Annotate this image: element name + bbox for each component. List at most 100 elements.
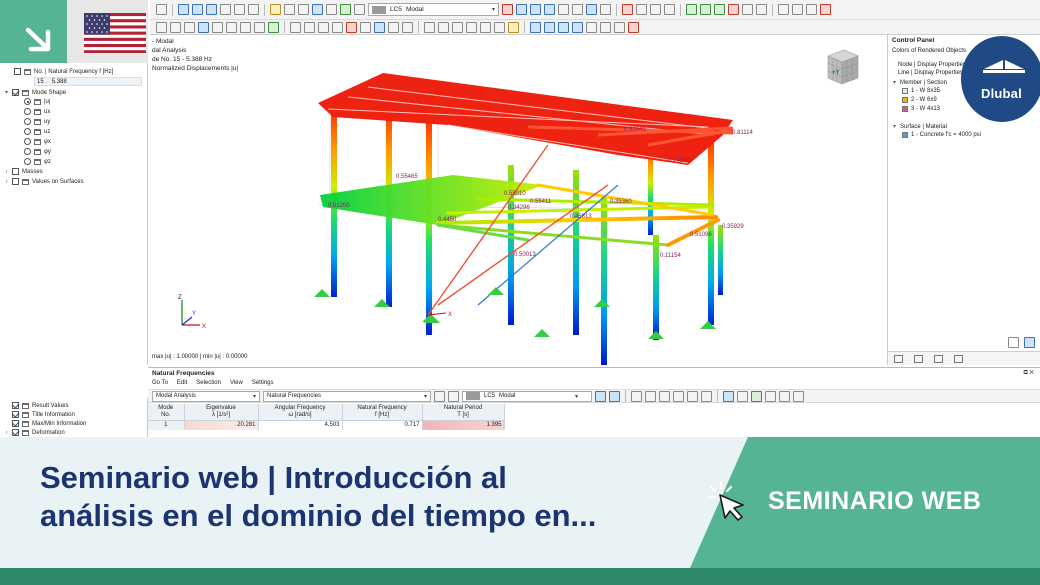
cp-section-item[interactable]: 3 - W 4x13 xyxy=(902,106,940,112)
nav-result-values[interactable]: Result Values xyxy=(12,402,69,409)
tool-icon[interactable] xyxy=(360,21,371,33)
dimension-icon[interactable] xyxy=(805,4,817,15)
tool-icon[interactable] xyxy=(388,21,399,33)
tool-icon[interactable] xyxy=(572,21,583,33)
results-icon[interactable] xyxy=(340,4,351,15)
structure-model[interactable]: 0.81114 0.74932 0.92841 0.35929 0.51096 … xyxy=(148,35,887,365)
radio[interactable] xyxy=(24,148,31,155)
tool-icon[interactable] xyxy=(374,21,385,33)
support-icon[interactable] xyxy=(543,4,555,15)
settings-icon[interactable] xyxy=(1024,337,1035,348)
results-icon[interactable] xyxy=(354,4,365,15)
tool-icon[interactable] xyxy=(530,21,541,33)
tool-icon[interactable] xyxy=(614,21,625,33)
grid-icon[interactable] xyxy=(755,4,767,15)
chevron-right-icon[interactable]: › xyxy=(4,179,9,185)
cp-section-item[interactable]: 2 - W 6x9 xyxy=(902,97,937,103)
tool-icon[interactable] xyxy=(212,21,223,33)
table-tool-icon[interactable] xyxy=(723,390,734,402)
table-icon[interactable] xyxy=(220,4,231,15)
grid-icon[interactable] xyxy=(713,4,725,15)
radio[interactable] xyxy=(24,128,31,135)
radio[interactable] xyxy=(24,158,31,165)
cell-natural-frequency[interactable]: 0.717 xyxy=(342,420,423,430)
radio[interactable] xyxy=(24,108,31,115)
nav-component-uz[interactable]: uz xyxy=(24,128,50,135)
member-icon[interactable] xyxy=(557,4,569,15)
tool-icon[interactable] xyxy=(198,21,209,33)
tool-icon[interactable] xyxy=(240,21,251,33)
nav-component-phiy[interactable]: φy xyxy=(24,148,51,155)
view-icon[interactable] xyxy=(663,4,675,15)
tool-icon[interactable] xyxy=(304,21,315,33)
close-icon[interactable]: ✕ xyxy=(1029,370,1034,376)
table-tool-icon[interactable] xyxy=(751,390,762,402)
restore-icon[interactable]: ⧉ xyxy=(1023,370,1027,376)
tool-icon[interactable] xyxy=(170,21,181,33)
view-icon[interactable] xyxy=(206,4,217,15)
nav-component-ux[interactable]: ux xyxy=(24,108,50,115)
grid-icon[interactable] xyxy=(741,4,753,15)
support-icon[interactable] xyxy=(529,4,541,15)
table-icon[interactable] xyxy=(248,4,259,15)
tool-icon[interactable] xyxy=(586,21,597,33)
menu-view[interactable]: View xyxy=(230,380,243,386)
cp-member-section[interactable]: ▾ Member | Section xyxy=(892,79,947,87)
render-icon[interactable] xyxy=(585,4,597,15)
node-icon[interactable] xyxy=(515,4,527,15)
result-table-combo[interactable]: Natural Frequencies ▾ xyxy=(263,390,431,402)
previous-icon[interactable] xyxy=(434,390,445,402)
tool-icon[interactable] xyxy=(424,21,435,33)
table-tool-icon[interactable] xyxy=(737,390,748,402)
tool-icon[interactable] xyxy=(226,21,237,33)
table-tool-icon[interactable] xyxy=(701,390,712,402)
chevron-down-icon[interactable]: ▾ xyxy=(4,89,9,96)
delete-icon[interactable] xyxy=(621,4,633,15)
checkbox[interactable] xyxy=(12,402,19,409)
table-tool-icon[interactable] xyxy=(659,390,670,402)
next-icon[interactable] xyxy=(448,390,459,402)
analysis-type-combo[interactable]: Modal Analysis ▾ xyxy=(152,390,260,402)
view-icon[interactable] xyxy=(192,4,203,15)
column-header[interactable]: Natural Frequency f [Hz] xyxy=(342,404,423,421)
tool-icon[interactable] xyxy=(466,21,477,33)
node-icon[interactable] xyxy=(501,4,513,15)
nav-deformation[interactable]: › Deformation xyxy=(4,429,65,436)
table-tool-icon[interactable] xyxy=(673,390,684,402)
view-icon[interactable] xyxy=(178,4,189,15)
undo-icon[interactable] xyxy=(156,4,167,15)
cell-mode[interactable]: 1 xyxy=(148,420,185,430)
table-tool-icon[interactable] xyxy=(631,390,642,402)
render-icon[interactable] xyxy=(599,4,611,15)
table-tool-icon[interactable] xyxy=(779,390,790,402)
column-header[interactable]: Angular Frequency ω [rad/s] xyxy=(258,404,343,421)
tool-icon[interactable] xyxy=(184,21,195,33)
table-icon[interactable] xyxy=(234,4,245,15)
chevron-down-icon[interactable]: ▾ xyxy=(892,123,897,130)
tool-icon[interactable] xyxy=(452,21,463,33)
pen-icon[interactable] xyxy=(270,4,281,15)
mode-number-input[interactable]: 15 5.388 xyxy=(34,77,142,86)
radio[interactable] xyxy=(24,138,31,145)
nav-values-on-surfaces[interactable]: › Values on Surfaces xyxy=(4,178,84,185)
nav-mode-shape[interactable]: ▾ Mode Shape xyxy=(4,89,66,96)
table-tool-icon[interactable] xyxy=(595,390,606,402)
radio[interactable] xyxy=(24,118,31,125)
view-icon[interactable] xyxy=(635,4,647,15)
close-icon[interactable] xyxy=(628,21,639,33)
cell-angular-frequency[interactable]: 4.503 xyxy=(258,420,343,430)
table-row[interactable]: 1 20.281 4.503 0.717 1.395 xyxy=(148,420,505,430)
column-header[interactable]: Mode No. xyxy=(148,404,185,421)
checkbox[interactable] xyxy=(12,168,19,175)
table-tool-icon[interactable] xyxy=(687,390,698,402)
checkbox[interactable] xyxy=(12,178,19,185)
tool-icon[interactable] xyxy=(290,21,301,33)
chevron-down-icon[interactable]: ▾ xyxy=(892,79,897,86)
tool-icon[interactable] xyxy=(438,21,449,33)
nav-natural-frequency[interactable]: No. | Natural Frequency f [Hz] xyxy=(14,68,113,75)
checkbox[interactable] xyxy=(12,89,19,96)
tab-filter[interactable] xyxy=(954,355,963,363)
font-icon[interactable] xyxy=(284,4,295,15)
checkbox[interactable] xyxy=(12,420,19,427)
tool-icon[interactable] xyxy=(558,21,569,33)
